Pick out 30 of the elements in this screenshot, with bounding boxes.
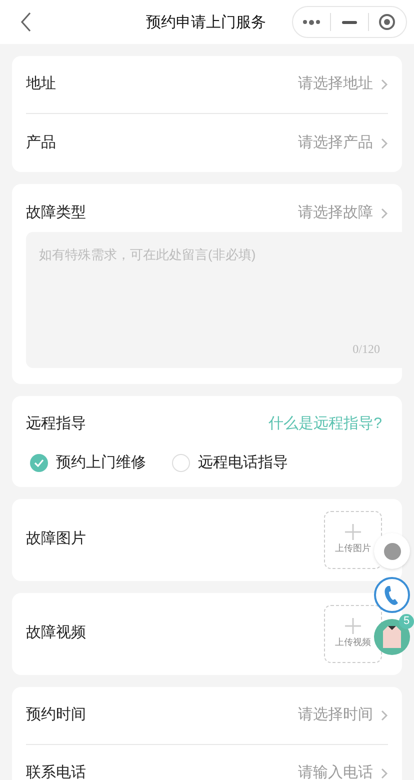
help-link[interactable]: 什么是远程指导? <box>268 412 382 436</box>
radio-option[interactable]: 远程电话指导 <box>172 452 288 474</box>
back-icon[interactable] <box>20 12 32 32</box>
plus-icon <box>345 524 361 540</box>
field-label: 地址 <box>26 74 56 94</box>
char-counter: 0/120 <box>352 341 380 358</box>
select-field[interactable]: 请选择时间 <box>298 704 388 726</box>
chevron-right-icon <box>381 79 388 90</box>
select-field[interactable]: 请选择地址 <box>298 73 388 96</box>
field-label: 故障图片 <box>26 529 86 550</box>
field-label: 远程指导 <box>26 414 86 434</box>
field-label: 预约时间 <box>26 704 86 725</box>
chevron-right-icon <box>381 138 388 148</box>
select-field[interactable]: 请选择故障 <box>298 202 388 224</box>
chevron-right-icon <box>381 710 388 720</box>
select-field[interactable]: 请选择产品 <box>298 132 388 154</box>
jacket-icon <box>381 624 403 650</box>
field-label: 产品 <box>26 132 56 153</box>
page-title: 预约申请上门服务 <box>146 13 266 33</box>
radio-option[interactable]: 预约上门维修 <box>30 452 146 474</box>
phone-icon[interactable] <box>374 577 410 613</box>
chevron-right-icon <box>381 768 388 779</box>
field-label: 故障类型 <box>26 202 86 223</box>
note-textarea[interactable]: 如有特殊需求，可在此处留言(非必填) 0/120 <box>26 232 402 368</box>
field-label: 联系电话 <box>26 763 86 780</box>
chevron-right-icon <box>381 208 388 218</box>
field-label: 故障视频 <box>26 623 86 644</box>
notification-badge: 5 <box>399 614 414 629</box>
select-field[interactable]: 请输入电话 <box>298 762 388 780</box>
plus-icon <box>345 618 361 634</box>
